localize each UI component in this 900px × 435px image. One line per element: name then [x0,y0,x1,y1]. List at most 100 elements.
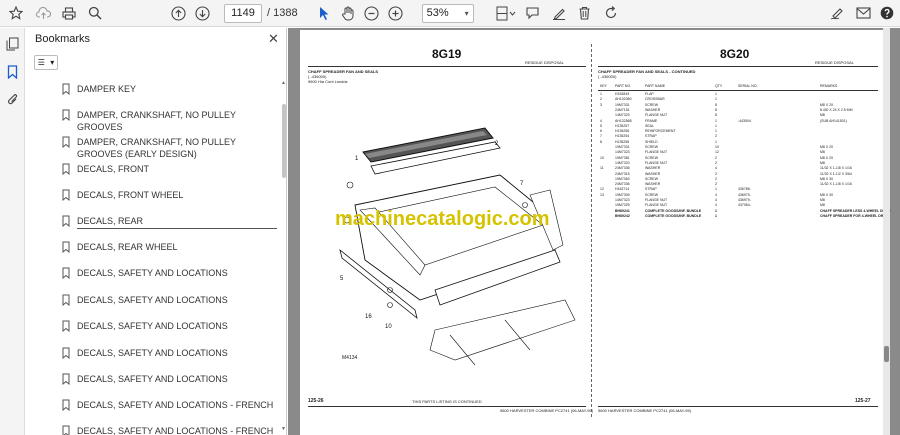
table-cell: COMPLETE GOODS/INF. BUNDLE [645,208,702,213]
right-header-rule [598,66,878,67]
table-cell: 1 [715,123,717,128]
table-cell: 11/32 X 1-1/8 X 1/16 [820,166,852,171]
table-cell: REINFORCEMENT [645,129,676,134]
table-cell: 436979- [738,198,751,202]
help-icon[interactable] [876,0,898,27]
page-thumbnails-icon[interactable] [0,30,25,58]
bookmarks-scrollbar[interactable]: ▲ ▼ [281,78,287,435]
table-cell: 19M7363 [615,176,630,181]
right-footer-page-number: 125-27 [855,398,871,404]
document-viewer[interactable]: 8G19 RESIDUE DISPOSAL CHAFF SPREADER FAN… [288,28,900,435]
table-cell: M8 X 20 [820,102,834,107]
document-scrollbar[interactable] [883,28,890,435]
table-cell: WASHER [645,166,661,171]
table-cell: 2 [715,134,717,139]
bookmark-icon [62,373,70,385]
toolbar: 1149 / 1388 53% ▾ [0,0,900,27]
table-cell: FLANGE NUT [645,198,668,202]
print-icon[interactable] [56,0,82,27]
bookmark-label: DAMPER KEY [77,84,137,94]
table-cell: 1 [715,213,717,218]
scroll-down-icon[interactable]: ▼ [281,426,286,432]
rotate-icon[interactable] [598,0,624,27]
search-icon[interactable] [82,0,108,27]
next-page-icon[interactable] [190,0,214,27]
bookmark-icon [62,294,70,306]
bolt-part [346,181,354,189]
table-cell: SCREW [645,145,659,149]
table-cell: 4 [715,203,717,208]
right-footer-rule [598,406,878,407]
table-cell: 19M7325 [615,203,630,208]
table-cell: WASHER [645,171,661,176]
zoom-out-icon[interactable] [360,0,384,27]
table-cell: 3 [600,102,602,107]
scroll-up-icon[interactable]: ▲ [281,80,286,86]
table-cell: 1 [715,139,717,144]
table-cell: 19M7309 [615,192,630,197]
cloud-upload-icon[interactable] [30,0,56,27]
table-cell: 14M7323 [615,198,630,202]
table-cell: CROSSBAR [645,97,665,102]
zoom-in-icon[interactable] [384,0,408,27]
callout-1: 1 [355,156,359,162]
table-cell: 2 [715,155,717,160]
table-cell: 4 [715,192,717,197]
table-cell: 2 [715,160,717,165]
table-cell: H135255 [615,139,630,144]
left-footer-continued: THIS PARTS LISTING IS CONTINUED [412,399,482,404]
email-icon[interactable] [850,0,876,27]
delete-icon[interactable] [572,0,598,27]
table-cell: 8 [715,107,717,112]
callout-5: 5 [340,276,344,282]
scrollbar-thumb[interactable] [282,104,286,178]
page-number-input[interactable]: 1149 [224,3,262,23]
left-page-id: 8G19 [432,47,462,61]
table-cell: 1 [715,97,717,102]
table-cell: 19M7381 [615,155,630,160]
comment-icon[interactable] [520,0,546,27]
table-cell: 4 [715,166,717,171]
table-cell: 12 [715,150,719,155]
table-cell: 19M7331 [615,145,630,149]
hand-tool-icon[interactable] [336,0,360,27]
table-cell: SCREW [645,102,659,107]
bookmark-icon [62,399,70,411]
table-cell: 24M7315 [615,171,630,176]
table-cell: BH89242 [615,213,630,218]
table-cell: SCREW [645,155,659,160]
left-header-rule [308,66,586,67]
bookmark-star-icon[interactable] [2,0,30,27]
document-page: 8G19 RESIDUE DISPOSAL CHAFF SPREADER FAN… [300,30,891,435]
table-cell: M8 [820,150,825,155]
select-cursor-icon[interactable] [312,0,336,27]
bookmarks-panel-icon[interactable] [0,58,25,86]
table-cell: STRAP [645,134,657,139]
bookmark-label: DECALS, REAR WHEEL [77,242,178,252]
bookmark-label: DECALS, FRONT [77,164,150,174]
page-layout-icon[interactable] [490,0,520,27]
attachments-icon[interactable] [0,86,25,114]
table-cell: 10 [715,145,719,149]
previous-page-icon[interactable] [166,0,190,27]
table-cell: 2 [715,171,717,176]
table-cell: 11/32 X 1-1/8 X 1/16 [820,182,852,187]
bookmark-label: DECALS, SAFETY AND LOCATIONS [77,321,228,331]
left-footer-rule [308,406,586,407]
table-cell: FLAP [645,92,654,96]
zoom-select[interactable]: 53% ▾ [421,3,474,23]
table-cell: 8.4ID X 24 X 2.5 MM [820,107,853,112]
table-cell: M8 [820,198,825,202]
left-section-label: RESIDUE DISPOSAL [525,60,564,65]
close-icon[interactable]: ✕ [268,31,279,47]
left-footer-page-number: 125-26 [308,398,324,404]
bookmark-label: DECALS, REAR [77,215,277,229]
sign-pen-icon[interactable] [824,0,850,27]
table-cell: 11 [600,166,604,171]
table-cell: FLANGE NUT [645,203,668,208]
bookmark-options-button[interactable]: ☰ ▾ [34,55,58,70]
bookmark-label: DAMPER, CRANKSHAFT, NO PULLEY GROOVES (E… [77,137,236,159]
bookmarks-panel: Bookmarks ✕ ☰ ▾ DAMPER KEY DAMPER, CRANK… [25,28,287,435]
document-scrollbar-thumb[interactable] [884,346,889,362]
highlight-pen-icon[interactable] [546,0,572,27]
